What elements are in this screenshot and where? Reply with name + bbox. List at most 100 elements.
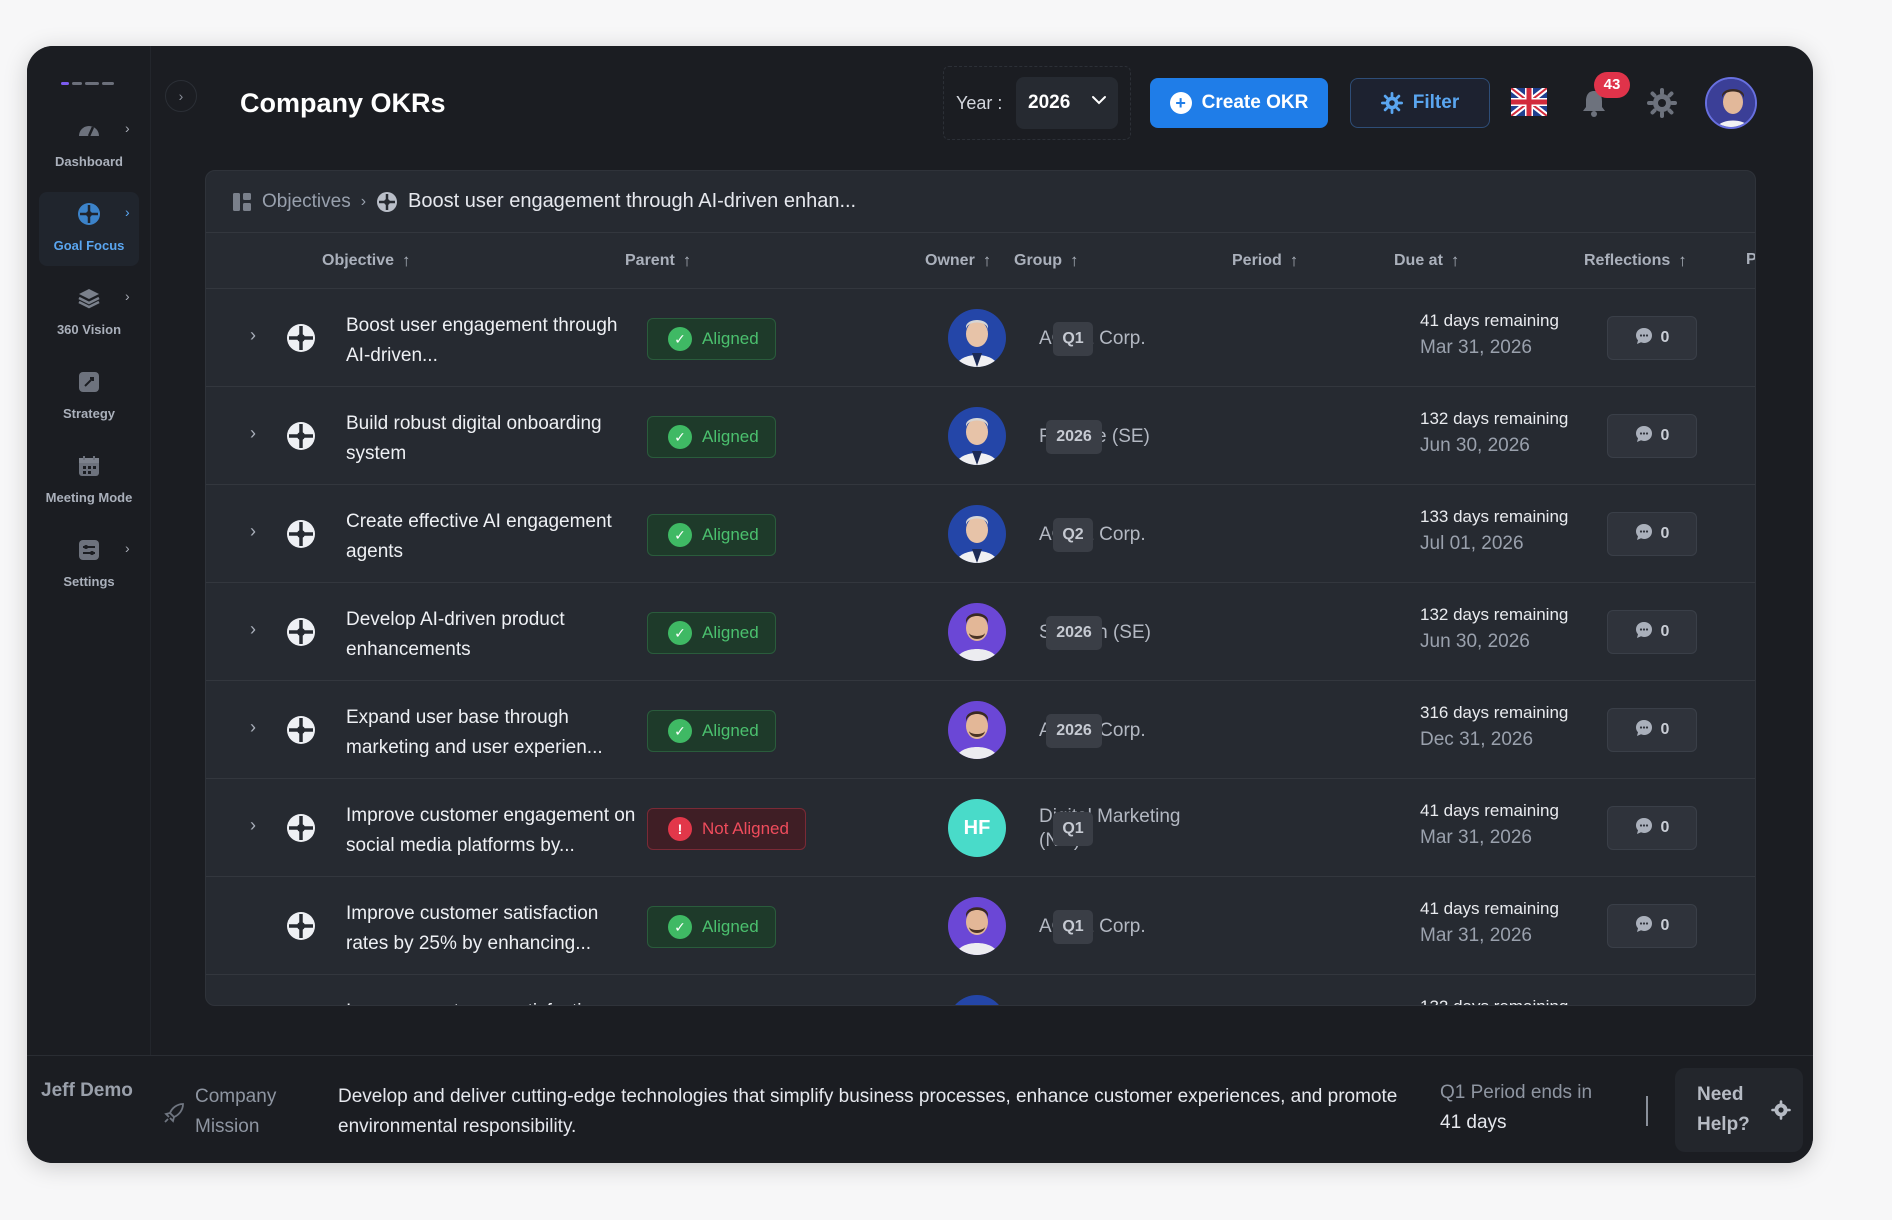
sidebar-item-meeting-mode[interactable]: Meeting Mode xyxy=(39,444,139,518)
reflections-count: 0 xyxy=(1660,427,1670,444)
owner-avatar[interactable] xyxy=(948,701,1006,759)
period-ends-value: 41 days xyxy=(1440,1112,1507,1133)
comment-icon xyxy=(1635,621,1653,644)
parent-status-badge: ✓ Aligned xyxy=(647,514,776,556)
sidebar-item-label: Strategy xyxy=(62,406,116,421)
user-avatar[interactable] xyxy=(1705,77,1757,129)
filter-button[interactable]: Filter xyxy=(1350,78,1490,128)
owner-avatar[interactable] xyxy=(948,897,1006,955)
objectives-grid-icon xyxy=(233,192,251,211)
status-label: Aligned xyxy=(702,721,759,740)
objective-title[interactable]: Expand user base through marketing and u… xyxy=(346,703,636,763)
mission-text: Develop and deliver cutting-edge technol… xyxy=(338,1086,1398,1137)
column-label: Objective xyxy=(322,252,395,269)
table-row[interactable]: › Improve customer engagement on social m… xyxy=(206,779,1755,877)
sort-arrow-up-icon: ↑ xyxy=(1450,251,1460,270)
owner-avatar[interactable] xyxy=(948,603,1006,661)
settings-gear-icon[interactable] xyxy=(1647,88,1677,118)
table-header: Objective ↑ Parent ↑ Owner ↑ Group ↑ Per… xyxy=(206,233,1755,289)
expand-row-chevron-icon[interactable]: › xyxy=(250,521,256,542)
objective-title[interactable]: Increase customer satisfaction xyxy=(346,997,636,1005)
period-tag: Q2 xyxy=(1053,518,1093,552)
column-header-due[interactable]: Due at ↑ xyxy=(1394,251,1459,271)
parent-status-badge: ✓ Aligned xyxy=(647,906,776,948)
comment-icon xyxy=(1635,327,1653,350)
comment-icon xyxy=(1635,425,1653,448)
reflections-button[interactable]: 0 xyxy=(1607,904,1697,948)
table-row[interactable]: › Develop AI-driven product enhancements ✓… xyxy=(206,583,1755,681)
need-help-button[interactable]: Need Help? xyxy=(1675,1068,1803,1152)
owner-avatar[interactable]: HF xyxy=(948,799,1006,857)
owner-avatar[interactable] xyxy=(948,309,1006,367)
column-header-parent[interactable]: Parent ↑ xyxy=(625,251,691,271)
period-tag: 2026 xyxy=(1046,420,1102,454)
comment-icon xyxy=(1635,915,1653,938)
owner-avatar[interactable] xyxy=(948,407,1006,465)
objective-title[interactable]: Improve customer satisfaction rates by 2… xyxy=(346,899,636,959)
status-label: Not Aligned xyxy=(702,819,789,838)
parent-status-badge: ! Not Aligned xyxy=(647,808,806,850)
expand-row-chevron-icon[interactable]: › xyxy=(250,619,256,640)
sidebar-item-strategy[interactable]: Strategy xyxy=(39,360,139,434)
reflections-button[interactable]: 0 xyxy=(1607,708,1697,752)
expand-row-chevron-icon[interactable]: › xyxy=(250,325,256,346)
settings-sliders-icon xyxy=(77,538,101,562)
alert-circle-icon: ! xyxy=(668,817,692,841)
breadcrumb-objectives-link[interactable]: Objectives xyxy=(262,191,351,213)
target-icon xyxy=(286,323,316,353)
expand-row-chevron-icon[interactable]: › xyxy=(250,423,256,444)
parent-status-badge: ✓ Aligned xyxy=(647,710,776,752)
current-user-name: Jeff Demo xyxy=(41,1080,133,1101)
owner-avatar[interactable] xyxy=(948,505,1006,563)
sidebar-item-settings[interactable]: › Settings xyxy=(39,528,139,602)
objective-title[interactable]: Create effective AI engagement agents xyxy=(346,507,636,567)
table-row[interactable]: Improve customer satisfaction rates by 2… xyxy=(206,877,1755,975)
sidebar-item-360-vision[interactable]: › 360 Vision xyxy=(39,276,139,350)
sidebar-item-label: 360 Vision xyxy=(56,322,122,337)
sidebar-item-dashboard[interactable]: › Dashboard xyxy=(39,108,139,182)
avatar-photo xyxy=(1707,79,1755,127)
expand-row-chevron-icon[interactable]: › xyxy=(250,717,256,738)
status-label: Aligned xyxy=(702,329,759,348)
table-row[interactable]: › Boost user engagement through AI-driven… xyxy=(206,289,1755,387)
create-okr-button[interactable]: + Create OKR xyxy=(1150,78,1328,128)
objective-title[interactable]: Improve customer engagement on social me… xyxy=(346,801,636,861)
target-icon xyxy=(77,202,101,226)
uk-flag-icon[interactable] xyxy=(1511,88,1547,116)
footer-divider xyxy=(1646,1096,1648,1126)
check-circle-icon: ✓ xyxy=(668,523,692,547)
column-header-objective[interactable]: Objective ↑ xyxy=(322,251,411,271)
table-row[interactable]: › Create effective AI engagement agents ✓ A… xyxy=(206,485,1755,583)
sidebar-collapse-button[interactable]: › xyxy=(165,80,197,112)
sidebar-item-goal-focus[interactable]: › Goal Focus xyxy=(39,192,139,266)
column-header-reflections[interactable]: Reflections ↑ xyxy=(1584,251,1687,271)
period-tag: 2026 xyxy=(1046,714,1102,748)
expand-row-chevron-icon[interactable]: › xyxy=(250,815,256,836)
column-header-period[interactable]: Period ↑ xyxy=(1232,251,1298,271)
table-row[interactable]: › Expand user base through marketing and … xyxy=(206,681,1755,779)
brand-logo[interactable] xyxy=(61,80,117,86)
objective-title[interactable]: Build robust digital onboarding system xyxy=(346,409,636,469)
column-header-progress[interactable]: Prog xyxy=(1746,251,1755,269)
year-select[interactable]: 2026 xyxy=(1016,77,1118,129)
period-tag: Q1 xyxy=(1053,322,1093,356)
reflections-button[interactable]: 0 xyxy=(1607,316,1697,360)
reflections-button[interactable]: 0 xyxy=(1607,806,1697,850)
footer-bar: Jeff Demo Company Mission Develop and de… xyxy=(27,1055,1813,1163)
owner-avatar[interactable] xyxy=(948,995,1006,1005)
table-row[interactable]: Increase customer satisfaction 132 days r… xyxy=(206,975,1755,1005)
days-remaining: 41 days remaining xyxy=(1420,801,1559,820)
period-tag: Q1 xyxy=(1053,910,1093,944)
reflections-button[interactable]: 0 xyxy=(1607,414,1697,458)
reflections-button[interactable]: 0 xyxy=(1607,610,1697,654)
column-header-group[interactable]: Group ↑ xyxy=(1014,251,1079,271)
objective-title[interactable]: Boost user engagement through AI-driven.… xyxy=(346,311,636,371)
mission-label: Company Mission xyxy=(195,1086,277,1137)
reflections-button[interactable]: 0 xyxy=(1607,512,1697,556)
chevron-right-icon: › xyxy=(360,192,367,210)
objective-title[interactable]: Develop AI-driven product enhancements xyxy=(346,605,636,665)
reflections-count: 0 xyxy=(1660,917,1670,934)
breadcrumb: Objectives › Boost user engagement throu… xyxy=(206,171,1755,233)
table-row[interactable]: › Build robust digital onboarding system ✓… xyxy=(206,387,1755,485)
column-header-owner[interactable]: Owner ↑ xyxy=(925,251,991,271)
